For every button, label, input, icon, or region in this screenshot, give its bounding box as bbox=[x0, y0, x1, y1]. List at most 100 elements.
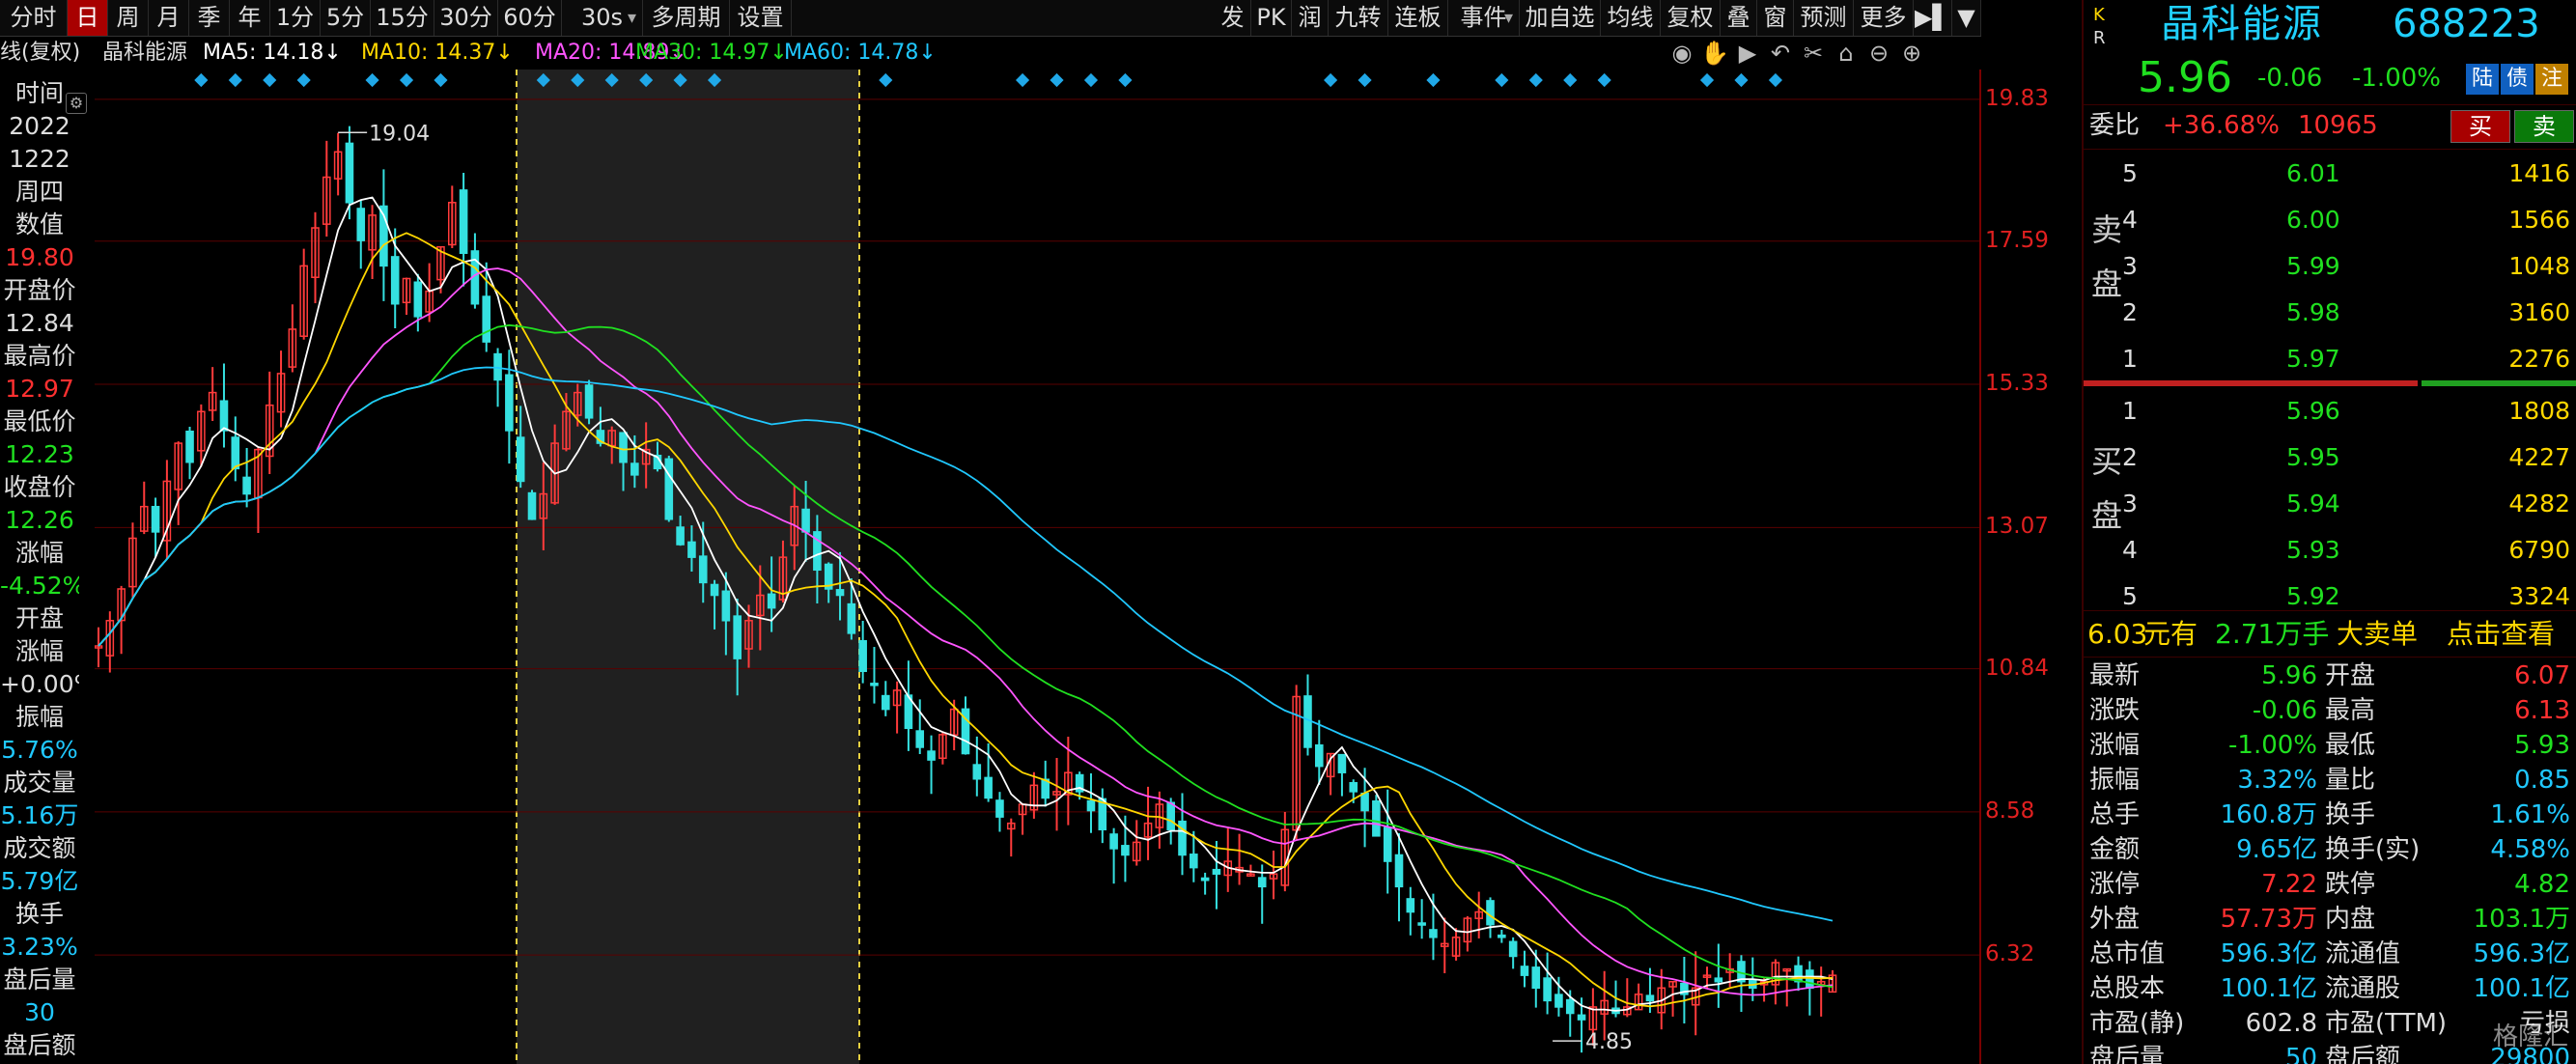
ask-row[interactable]: 4 6.00 1566 bbox=[2084, 197, 2576, 243]
scissors-icon[interactable]: ✂ bbox=[1797, 39, 1830, 68]
quote-label: 金额 bbox=[2089, 835, 2141, 864]
toolbar-button[interactable]: 加自选 bbox=[1520, 0, 1601, 36]
period-tab[interactable]: 5分 bbox=[321, 0, 371, 36]
bigorder-label: 大卖单 bbox=[2337, 618, 2419, 650]
event-marker[interactable] bbox=[228, 72, 242, 88]
big-order-banner[interactable]: 6.03 元有 2.71万手 大卖单 点击查看 bbox=[2084, 612, 2576, 657]
period-tab[interactable]: 15分 bbox=[371, 0, 434, 36]
period-tab[interactable]: 季 bbox=[189, 0, 230, 36]
level-volume: 1566 bbox=[2508, 206, 2570, 234]
event-marker[interactable] bbox=[434, 72, 448, 88]
bid-row[interactable]: 3 5.94 4282 bbox=[2084, 481, 2576, 527]
play-icon[interactable]: ▶ bbox=[1731, 39, 1764, 68]
period-tab[interactable]: 月 bbox=[149, 0, 189, 36]
event-marker[interactable] bbox=[1597, 72, 1611, 88]
event-marker[interactable] bbox=[1699, 72, 1715, 88]
kr-label: K R bbox=[2093, 4, 2113, 50]
event-marker[interactable] bbox=[1324, 72, 1338, 88]
kline-chart[interactable]: 19.04 4.85 bbox=[95, 70, 1981, 1064]
buy-button[interactable]: 买 bbox=[2450, 110, 2510, 143]
undo-icon[interactable]: ↶ bbox=[1764, 39, 1797, 68]
plus-icon[interactable]: ⊕ bbox=[1895, 39, 1928, 68]
event-marker[interactable] bbox=[1050, 72, 1064, 88]
bid-row[interactable]: 1 5.96 1808 bbox=[2084, 388, 2576, 434]
period-tab[interactable]: 多周期 bbox=[643, 0, 730, 36]
candle-body bbox=[995, 799, 1004, 818]
toolbar-button[interactable]: 预测 bbox=[1794, 0, 1854, 36]
toolbar-button[interactable]: ▼ bbox=[1952, 0, 1981, 36]
event-marker[interactable] bbox=[399, 72, 414, 88]
quote-label: 总股本 bbox=[2089, 974, 2166, 1003]
divider bbox=[2084, 610, 2576, 611]
period-tab[interactable]: 设置 bbox=[730, 0, 792, 36]
ask-row[interactable]: 1 5.97 2276 bbox=[2084, 336, 2576, 382]
period-tab[interactable]: 30分 bbox=[434, 0, 498, 36]
stock-tag[interactable]: 债 bbox=[2501, 64, 2534, 95]
event-marker[interactable] bbox=[1016, 72, 1030, 88]
quote-label: 盘后量 bbox=[2089, 1044, 2166, 1064]
period-tab[interactable]: 周 bbox=[108, 0, 149, 36]
period-tab[interactable]: 60分 bbox=[498, 0, 562, 36]
quote-label: 最高 bbox=[2325, 696, 2376, 725]
sell-button[interactable]: 卖 bbox=[2514, 110, 2574, 143]
period-tab[interactable]: 年 bbox=[230, 0, 270, 36]
kline-svg[interactable]: 19.04 4.85 bbox=[95, 70, 1981, 1064]
toolbar-button[interactable]: 均线 bbox=[1601, 0, 1661, 36]
toolbar-button[interactable]: 复权 bbox=[1661, 0, 1721, 36]
ask-row[interactable]: 2 5.98 3160 bbox=[2084, 290, 2576, 336]
period-tab[interactable]: 1分 bbox=[270, 0, 321, 36]
toolbar-button[interactable]: PK bbox=[1251, 0, 1292, 36]
info-line: 5.79亿 bbox=[0, 867, 79, 895]
period-tab[interactable]: 日 bbox=[68, 0, 108, 36]
toolbar-button[interactable]: 事件 bbox=[1448, 0, 1520, 36]
quote-label: 量比 bbox=[2325, 766, 2376, 795]
stock-tag[interactable]: 陆 bbox=[2466, 64, 2499, 95]
event-marker[interactable] bbox=[1734, 72, 1749, 88]
event-marker[interactable] bbox=[1358, 72, 1372, 88]
candle-body bbox=[858, 640, 867, 672]
quote-row: 总股本 100.1亿 流通股 100.1亿 bbox=[2084, 971, 2576, 1006]
settings-gear-icon[interactable]: ⚙ bbox=[66, 93, 87, 114]
toolbar-button[interactable]: 发 bbox=[1215, 0, 1251, 36]
toolbar-button[interactable]: ▶▌ bbox=[1914, 0, 1952, 36]
eye-icon[interactable]: ◉ bbox=[1666, 39, 1698, 68]
level: 1 bbox=[2122, 345, 2138, 373]
bigorder-view-link[interactable]: 点击查看 bbox=[2447, 612, 2555, 657]
event-marker[interactable] bbox=[879, 72, 893, 88]
event-marker[interactable] bbox=[1426, 72, 1441, 88]
ask-row[interactable]: 3 5.99 1048 bbox=[2084, 243, 2576, 290]
event-marker[interactable] bbox=[1563, 72, 1578, 88]
hand-icon[interactable]: ✋ bbox=[1698, 39, 1731, 68]
stock-tag[interactable]: 注 bbox=[2535, 64, 2568, 95]
event-marker[interactable] bbox=[263, 72, 277, 88]
event-marker[interactable] bbox=[365, 72, 379, 88]
info-line: 最低价 bbox=[3, 407, 76, 435]
toolbar-button[interactable]: 窗 bbox=[1757, 0, 1794, 36]
event-marker[interactable] bbox=[1528, 72, 1543, 88]
bid-row[interactable]: 2 5.95 4227 bbox=[2084, 434, 2576, 481]
info-line: 开盘价 bbox=[3, 276, 76, 304]
event-marker[interactable] bbox=[1083, 72, 1099, 88]
candle-body bbox=[630, 462, 639, 476]
candle-body bbox=[687, 541, 696, 558]
toolbar-button[interactable]: 连板 bbox=[1388, 0, 1448, 36]
toolbar-button[interactable]: 九转 bbox=[1329, 0, 1388, 36]
weibi-label: 委比 bbox=[2089, 111, 2141, 140]
event-marker[interactable] bbox=[194, 72, 209, 88]
bid-row[interactable]: 4 5.93 6790 bbox=[2084, 527, 2576, 574]
toolbar-button[interactable]: 更多 bbox=[1854, 0, 1914, 36]
home-icon[interactable]: ⌂ bbox=[1830, 39, 1862, 68]
event-marker[interactable] bbox=[1495, 72, 1509, 88]
minus-icon[interactable]: ⊖ bbox=[1862, 39, 1895, 68]
toolbar-button[interactable]: 叠 bbox=[1721, 0, 1757, 36]
toolbar-button[interactable]: 润 bbox=[1292, 0, 1329, 36]
adjusted-label: 线(复权) bbox=[0, 41, 81, 65]
event-marker[interactable] bbox=[1768, 72, 1782, 88]
event-marker[interactable] bbox=[1118, 72, 1133, 88]
event-marker[interactable] bbox=[296, 72, 311, 88]
period-tab[interactable]: 分时 bbox=[0, 0, 68, 36]
candle-body bbox=[1121, 845, 1130, 856]
candle-body bbox=[1337, 753, 1347, 773]
ask-row[interactable]: 5 6.01 1416 bbox=[2084, 151, 2576, 197]
period-tab[interactable]: 30s bbox=[562, 0, 643, 36]
